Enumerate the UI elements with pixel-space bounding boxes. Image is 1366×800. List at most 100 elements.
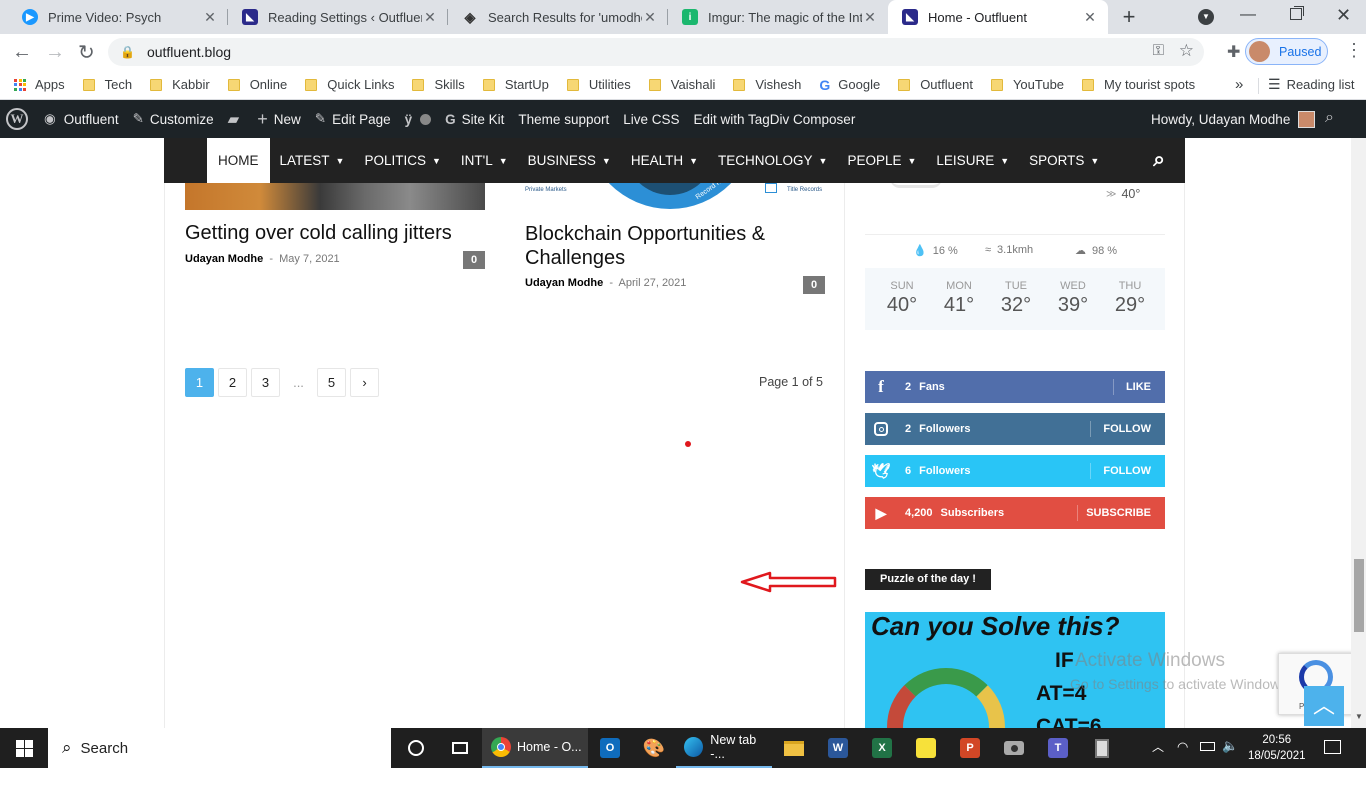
taskbar-search[interactable]: ⌕ Search <box>48 728 391 768</box>
page-3-button[interactable]: 3 <box>251 368 280 397</box>
page-1-button[interactable]: 1 <box>185 368 214 397</box>
nav-business[interactable]: BUSINESS ▼ <box>518 138 621 183</box>
start-button[interactable] <box>0 728 48 768</box>
article-image-cold-calling[interactable] <box>185 183 485 210</box>
nav-people[interactable]: PEOPLE ▼ <box>837 138 926 183</box>
bookmark-outfluent[interactable]: Outfluent <box>898 77 973 92</box>
bookmark-tech[interactable]: Tech <box>82 77 132 92</box>
next-page-button[interactable]: › <box>350 368 379 397</box>
minimize-icon[interactable]: — <box>1240 6 1256 24</box>
calculator-icon[interactable] <box>1080 728 1124 768</box>
taskbar-chrome[interactable]: Home - O... <box>482 728 588 768</box>
excel-icon[interactable]: X <box>860 728 904 768</box>
wp-edit-page[interactable]: ✎ Edit Page <box>315 111 391 127</box>
menu-icon[interactable]: ⋮ <box>1345 40 1363 61</box>
bookmark-quick-links[interactable]: Quick Links <box>305 77 394 92</box>
article-author[interactable]: Udayan Modhe <box>185 253 263 265</box>
bookmark-vaishali[interactable]: Vaishali <box>648 77 715 92</box>
bookmark-google[interactable]: G Google <box>819 77 880 93</box>
nav-sports[interactable]: SPORTS ▼ <box>1019 138 1109 183</box>
bookmark-apps[interactable]: Apps <box>14 77 65 92</box>
yoast-icon[interactable]: ÿ <box>405 112 413 127</box>
page-5-button[interactable]: 5 <box>317 368 346 397</box>
social-facebook[interactable]: f 2 Fans LIKE <box>865 371 1165 403</box>
tab-search-icon[interactable]: ▼ <box>1198 9 1214 25</box>
article-image-blockchain[interactable]: Record Keep Private Markets Title Record… <box>525 183 825 210</box>
wp-live-css[interactable]: Live CSS <box>623 112 679 127</box>
bookmark-kabbir[interactable]: Kabbir <box>150 77 210 92</box>
tab-reading-settings[interactable]: ◣ Reading Settings ‹ Outfluent ✕ <box>228 0 448 34</box>
close-icon[interactable]: ✕ <box>642 9 658 26</box>
show-hidden-icons[interactable]: ︿ <box>1152 738 1164 755</box>
comment-count-badge[interactable]: 0 <box>463 251 485 269</box>
notifications-icon[interactable] <box>1324 740 1341 754</box>
volume-icon[interactable]: 🔈 <box>1222 738 1238 754</box>
reload-icon[interactable]: ↻ <box>78 40 95 65</box>
bookmark-vishesh[interactable]: Vishesh <box>733 77 801 92</box>
window-close-icon[interactable]: ✕ <box>1336 5 1351 26</box>
powerpoint-icon[interactable]: P <box>948 728 992 768</box>
bookmark-online[interactable]: Online <box>227 77 287 92</box>
wp-site-kit[interactable]: G Site Kit <box>445 112 504 127</box>
bookmark-utilities[interactable]: Utilities <box>566 77 631 92</box>
article-author[interactable]: Udayan Modhe <box>525 277 603 289</box>
wp-tagdiv-composer[interactable]: Edit with TagDiv Composer <box>694 112 856 127</box>
battery-icon[interactable] <box>1200 742 1215 751</box>
cortana-icon[interactable] <box>394 728 438 768</box>
nav-intl[interactable]: INT'L ▼ <box>451 138 518 183</box>
key-icon[interactable]: ⚿ <box>1153 42 1164 59</box>
back-to-top-button[interactable]: ︿ <box>1304 686 1344 726</box>
tab-prime-video[interactable]: ▶ Prime Video: Psych ✕ <box>8 0 228 34</box>
wp-new[interactable]: + New <box>257 109 301 130</box>
comment-count-badge[interactable]: 0 <box>803 276 825 294</box>
close-icon[interactable]: ✕ <box>1082 9 1098 26</box>
file-explorer-icon[interactable] <box>772 728 816 768</box>
search-icon[interactable]: ⌕ <box>1325 109 1334 127</box>
bookmark-skills[interactable]: Skills <box>412 77 465 92</box>
nav-technology[interactable]: TECHNOLOGY ▼ <box>708 138 837 183</box>
scroll-down-icon[interactable]: ▼ <box>1355 712 1363 721</box>
social-twitter[interactable]: 🕊 6 Followers FOLLOW <box>865 455 1165 487</box>
teams-icon[interactable]: T <box>1036 728 1080 768</box>
nav-leisure[interactable]: LEISURE ▼ <box>926 138 1019 183</box>
wp-theme-support[interactable]: Theme support <box>518 112 609 127</box>
close-icon[interactable]: ✕ <box>202 9 218 26</box>
system-clock[interactable]: 20:56 18/05/2021 <box>1248 732 1306 764</box>
nav-health[interactable]: HEALTH ▼ <box>621 138 708 183</box>
paint-icon[interactable]: 🎨 <box>632 728 676 768</box>
more-bookmarks-button[interactable]: » <box>1235 76 1243 93</box>
reading-list-button[interactable]: ☰ Reading list <box>1268 76 1355 93</box>
wp-site-name[interactable]: ◉ Outfluent <box>44 111 119 127</box>
profile-button[interactable]: Paused <box>1245 38 1328 65</box>
nav-home[interactable]: HOME <box>207 138 270 183</box>
task-view-icon[interactable] <box>438 728 482 768</box>
extensions-icon[interactable]: ✚ <box>1227 42 1240 62</box>
close-icon[interactable]: ✕ <box>422 9 438 26</box>
article-title[interactable]: Blockchain Opportunities & Challenges <box>525 222 825 270</box>
camera-icon[interactable] <box>992 728 1036 768</box>
bookmark-star-icon[interactable]: ☆ <box>1179 41 1194 61</box>
taskbar-edge[interactable]: New tab -... <box>676 728 772 768</box>
article-title[interactable]: Getting over cold calling jitters <box>185 222 475 245</box>
scrollbar-thumb[interactable] <box>1354 559 1364 632</box>
outlook-icon[interactable]: O <box>588 728 632 768</box>
tab-search-results[interactable]: ◈ Search Results for 'umodhe' ✕ <box>448 0 668 34</box>
comment-icon[interactable]: ▰ <box>228 110 240 128</box>
wp-howdy[interactable]: Howdy, Udayan Modhe <box>1151 111 1316 128</box>
wp-customize[interactable]: ✎ Customize <box>133 111 214 127</box>
address-bar[interactable]: 🔒 outfluent.blog ⚿ ☆ <box>108 38 1204 66</box>
nav-politics[interactable]: POLITICS ▼ <box>354 138 450 183</box>
word-icon[interactable]: W <box>816 728 860 768</box>
page-2-button[interactable]: 2 <box>218 368 247 397</box>
restore-icon[interactable] <box>1290 8 1302 20</box>
sticky-notes-icon[interactable] <box>904 728 948 768</box>
close-icon[interactable]: ✕ <box>862 9 878 26</box>
tab-imgur[interactable]: i Imgur: The magic of the Inter ✕ <box>668 0 888 34</box>
wifi-icon[interactable]: ◠ <box>1177 739 1188 755</box>
bookmark-youtube[interactable]: YouTube <box>990 77 1064 92</box>
forward-icon[interactable]: → <box>45 41 65 64</box>
social-instagram[interactable]: 2 Followers FOLLOW <box>865 413 1165 445</box>
bookmark-tourist-spots[interactable]: My tourist spots <box>1082 77 1195 92</box>
back-icon[interactable]: ← <box>12 41 32 64</box>
wordpress-icon[interactable]: W <box>6 108 28 130</box>
